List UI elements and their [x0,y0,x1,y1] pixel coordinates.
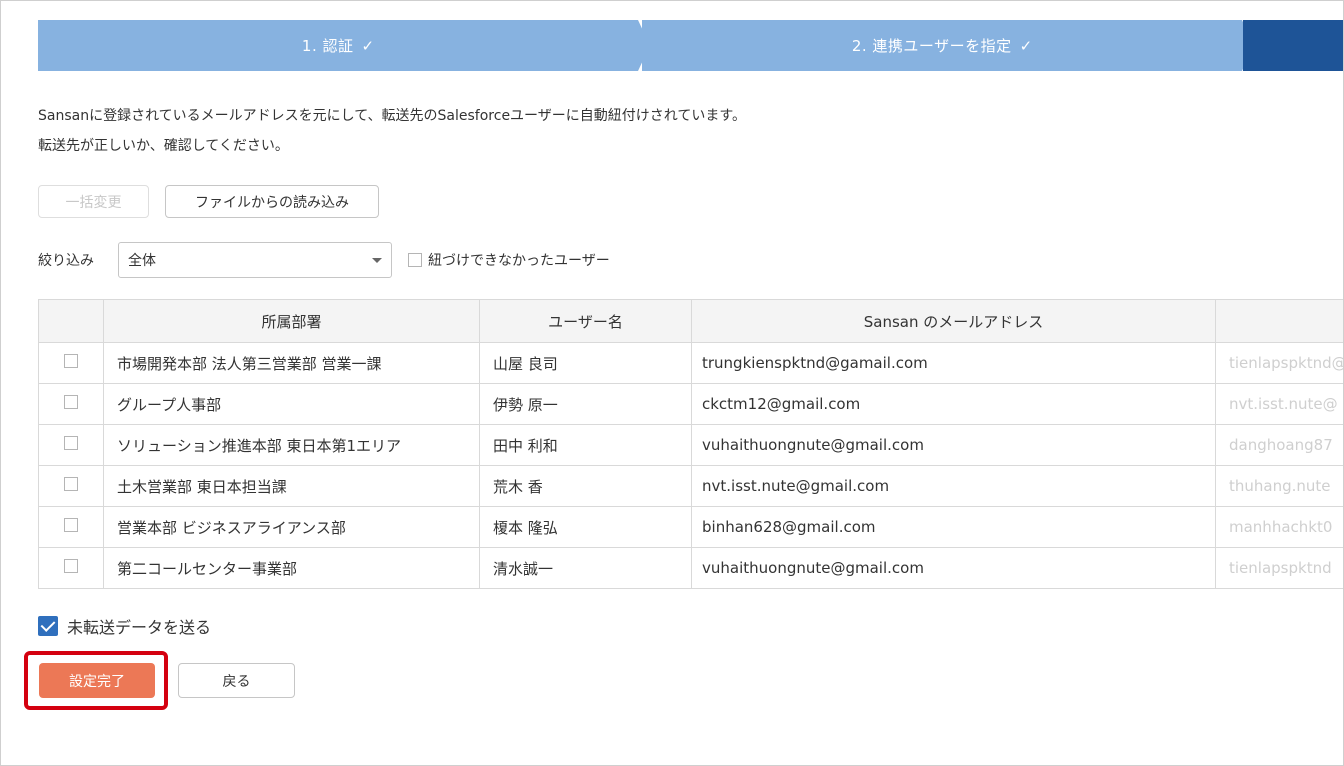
table-row: 第二コールセンター事業部 清水誠一 vuhaithuongnute@gmail.… [38,547,1343,589]
row-checkbox[interactable] [64,395,78,409]
chevron-down-icon [372,258,382,263]
table-row: 営業本部 ビジネスアライアンス部 榎本 隆弘 binhan628@gmail.c… [38,506,1343,548]
cell-salesforce-email[interactable]: manhhachkt0 [1215,506,1343,548]
cell-department: 土木営業部 東日本担当課 [103,465,480,507]
send-unsent-data-option[interactable]: 未転送データを送る [38,614,211,638]
send-unsent-label: 未転送データを送る [67,618,212,637]
filter-select[interactable]: 全体 [118,242,392,278]
cell-salesforce-email[interactable]: tienlapspktnd [1215,547,1343,589]
progress-stepper: 1. 認証 ✓ 2. 連携ユーザーを指定 ✓ [38,20,1343,71]
table-row: ソリューション推進本部 東日本第1エリア 田中 利和 vuhaithuongnu… [38,424,1343,466]
filter-label: 絞り込み [38,253,94,269]
back-button[interactable]: 戻る [178,663,295,698]
step-1-auth: 1. 認証 ✓ [38,20,638,71]
check-icon: ✓ [361,36,375,55]
cell-salesforce-email[interactable]: tienlapspktnd@ [1215,342,1343,384]
app-frame: 1. 認証 ✓ 2. 連携ユーザーを指定 ✓ Sansanに登録されているメール… [0,0,1344,766]
cell-department: グループ人事部 [103,383,480,425]
cell-sansan-email: nvt.isst.nute@gmail.com [691,465,1216,507]
step-1-label: 1. 認証 [301,37,354,55]
header-username: ユーザー名 [479,299,692,343]
cell-salesforce-email[interactable]: danghoang87 [1215,424,1343,466]
bulk-change-button[interactable]: 一括変更 [38,185,149,218]
cell-sansan-email: trungkienspktnd@gamail.com [691,342,1216,384]
step-2-link-users: 2. 連携ユーザーを指定 ✓ [642,20,1242,71]
header-select [38,299,104,343]
instructions: Sansanに登録されているメールアドレスを元にして、転送先のSalesforc… [38,101,746,161]
unlinked-users-checkbox[interactable] [408,253,422,267]
cell-department: 営業本部 ビジネスアライアンス部 [103,506,480,548]
cell-username: 荒木 香 [479,465,692,507]
cell-username: 清水誠一 [479,547,692,589]
load-from-file-button[interactable]: ファイルからの読み込み [165,185,379,218]
instructions-line-2: 転送先が正しいか、確認してください。 [38,138,289,154]
unlinked-users-filter[interactable]: 紐づけできなかったユーザー [408,250,610,270]
step-2-label: 2. 連携ユーザーを指定 [851,37,1012,55]
table-header-row: 所属部署 ユーザー名 Sansan のメールアドレス [38,299,1343,343]
row-checkbox[interactable] [64,559,78,573]
unlinked-users-label: 紐づけできなかったユーザー [428,253,610,269]
instructions-line-1: Sansanに登録されているメールアドレスを元にして、転送先のSalesforc… [38,108,746,124]
send-unsent-checkbox[interactable] [38,616,58,636]
cell-sansan-email: vuhaithuongnute@gmail.com [691,547,1216,589]
cell-username: 伊勢 原一 [479,383,692,425]
header-salesforce-email [1215,299,1343,343]
row-checkbox[interactable] [64,477,78,491]
user-mapping-table: 所属部署 ユーザー名 Sansan のメールアドレス 市場開発本部 法人第三営業… [38,299,1343,589]
cell-salesforce-email[interactable]: thuhang.nute [1215,465,1343,507]
cell-username: 榎本 隆弘 [479,506,692,548]
cell-department: 第二コールセンター事業部 [103,547,480,589]
cell-sansan-email: vuhaithuongnute@gmail.com [691,424,1216,466]
cell-salesforce-email[interactable]: nvt.isst.nute@ [1215,383,1343,425]
table-row: 市場開発本部 法人第三営業部 営業一課 山屋 良司 trungkienspktn… [38,342,1343,384]
cell-sansan-email: ckctm12@gmail.com [691,383,1216,425]
cell-department: ソリューション推進本部 東日本第1エリア [103,424,480,466]
header-sansan-email: Sansan のメールアドレス [691,299,1216,343]
table-row: グループ人事部 伊勢 原一 ckctm12@gmail.com nvt.isst… [38,383,1343,425]
step-3-current [1243,20,1343,71]
complete-settings-button[interactable]: 設定完了 [39,663,155,698]
row-checkbox[interactable] [64,354,78,368]
cell-username: 山屋 良司 [479,342,692,384]
row-checkbox[interactable] [64,518,78,532]
table-row: 土木営業部 東日本担当課 荒木 香 nvt.isst.nute@gmail.co… [38,465,1343,507]
header-department: 所属部署 [103,299,480,343]
row-checkbox[interactable] [64,436,78,450]
cell-department: 市場開発本部 法人第三営業部 営業一課 [103,342,480,384]
cell-username: 田中 利和 [479,424,692,466]
check-icon: ✓ [1019,36,1033,55]
cell-sansan-email: binhan628@gmail.com [691,506,1216,548]
filter-selected-value: 全体 [128,253,156,269]
